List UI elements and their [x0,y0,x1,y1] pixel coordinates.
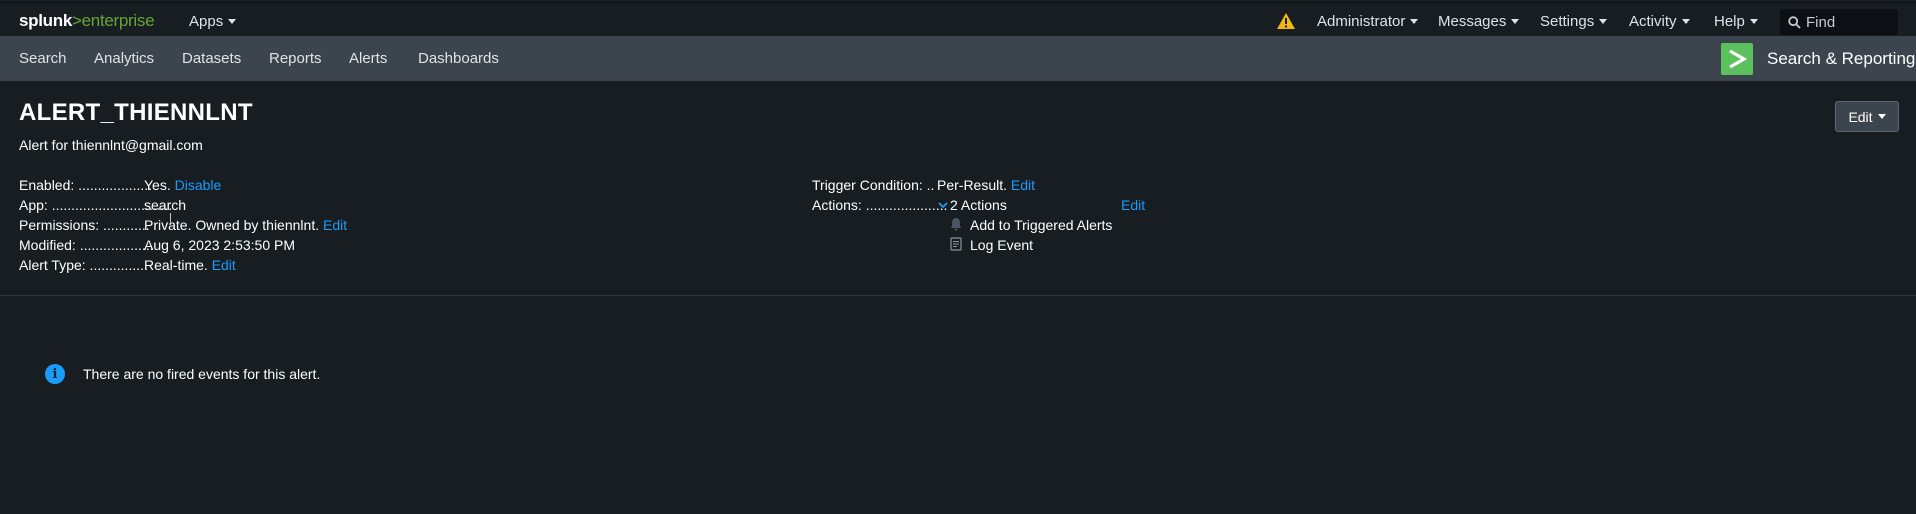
caret-down-icon [1511,19,1520,24]
trigger-edit-link[interactable]: Edit [1011,177,1035,193]
enabled-value-row: Yes. Disable [144,177,221,193]
nav-datasets[interactable]: Datasets [182,50,241,67]
search-icon [1788,15,1801,29]
enabled-value: Yes. [144,177,171,193]
action-item-log-event: Log Event [970,237,1034,253]
app-title[interactable]: Search & Reporting [1721,43,1915,75]
bell-icon [950,218,962,231]
alert-type-value-row: Real-time. Edit [144,257,236,273]
app-title-label: Search & Reporting [1767,49,1916,68]
warning-icon[interactable] [1276,12,1296,30]
document-icon [950,237,962,251]
actions-edit-link[interactable]: Edit [1121,197,1145,213]
info-icon: i [45,364,65,384]
administrator-menu[interactable]: Administrator [1317,13,1419,30]
alert-type-edit-link[interactable]: Edit [212,257,236,273]
permissions-edit-link[interactable]: Edit [323,217,347,233]
modified-value: Aug 6, 2023 2:53:50 PM [144,237,295,253]
caret-down-icon [1599,19,1608,24]
help-label: Help [1714,13,1745,30]
info-message: i There are no fired events for this ale… [45,364,320,384]
chevron-down-icon[interactable] [937,199,949,211]
trigger-condition-value: Per-Result. [937,177,1008,193]
activity-menu[interactable]: Activity [1629,13,1690,30]
alert-type-value: Real-time. [144,257,208,273]
find-input[interactable] [1806,13,1886,31]
caret-down-icon [1681,19,1690,24]
activity-label: Activity [1629,13,1677,30]
alert-description: Alert for thiennlnt@gmail.com [19,137,203,153]
disable-link[interactable]: Disable [175,177,222,193]
caret-down-icon [1410,19,1419,24]
nav-analytics[interactable]: Analytics [94,50,154,67]
settings-menu[interactable]: Settings [1540,13,1608,30]
action-item-triggered-alerts: Add to Triggered Alerts [970,217,1113,233]
page-title: ALERT_THIENNLNT [19,99,253,126]
caret-down-icon [1877,114,1886,119]
top-right-menus: Administrator Messages Settings Activity… [0,9,1916,35]
trigger-condition-value-row: Per-Result. Edit [937,177,1035,193]
nav-dashboards[interactable]: Dashboards [418,50,499,67]
messages-menu[interactable]: Messages [1438,13,1520,30]
trigger-condition-label: Trigger Condition: .. [812,177,935,193]
nav-alerts[interactable]: Alerts [349,50,387,67]
divider [0,295,1916,296]
nav-reports[interactable]: Reports [269,50,322,67]
messages-label: Messages [1438,13,1507,30]
info-message-text: There are no fired events for this alert… [83,366,321,382]
edit-button-label: Edit [1848,108,1873,125]
modified-label: Modified: ................... [19,237,154,253]
actions-value[interactable]: 2 Actions [950,197,1007,213]
search-reporting-app-icon [1721,43,1753,75]
actions-label: Actions: ..................... [812,197,948,213]
app-nav-bar: Search Analytics Datasets Reports Alerts… [0,36,1916,81]
top-bar: splunk>enterprise Apps Administrator Mes… [0,2,1916,37]
permissions-label: Permissions: ............ [19,217,150,233]
text-cursor [170,213,171,225]
nav-search[interactable]: Search [19,50,67,67]
find-box [1780,9,1898,35]
caret-down-icon [1749,19,1758,24]
settings-label: Settings [1540,13,1595,30]
help-menu[interactable]: Help [1714,13,1758,30]
edit-button[interactable]: Edit [1835,101,1899,132]
administrator-label: Administrator [1317,13,1406,30]
permissions-value-row: Private. Owned by thiennlnt. Edit [144,217,347,233]
app-value: search [144,197,187,213]
alert-type-label: Alert Type: ............... [19,257,148,273]
enabled-label: Enabled: ................... [19,177,153,193]
